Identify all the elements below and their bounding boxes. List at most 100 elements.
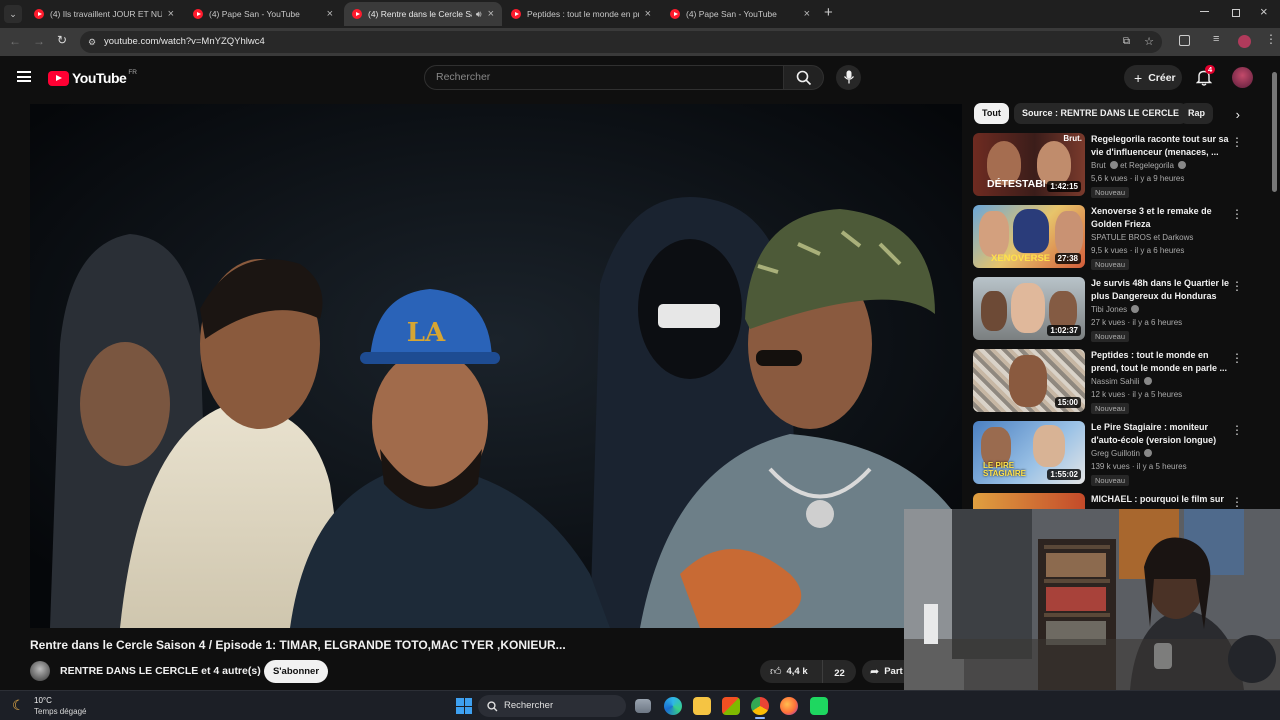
more-actions-icon[interactable]: ⋮ — [1231, 279, 1243, 293]
share-button[interactable]: ➦ Part — [862, 660, 910, 683]
close-window-icon[interactable]: × — [1260, 4, 1268, 19]
profile-avatar-icon[interactable] — [1238, 35, 1251, 48]
chrome-browser-icon[interactable] — [751, 697, 769, 715]
video-player[interactable]: LA — [30, 104, 962, 628]
chip-all[interactable]: Tout — [974, 103, 1009, 124]
edge-browser-icon[interactable] — [664, 697, 682, 715]
site-info-icon[interactable]: ⚙ — [88, 31, 96, 53]
extensions-icon[interactable] — [1179, 35, 1190, 46]
windows-start-icon[interactable] — [456, 698, 472, 714]
url-text: youtube.com/watch?v=MnYZQYhlwc4 — [104, 36, 265, 47]
browser-tab-active[interactable]: (4) Rentre dans le Cercle Sa 🔊︎ × — [344, 2, 502, 26]
close-tab-icon[interactable]: × — [804, 8, 810, 20]
active-app-indicator — [755, 717, 765, 719]
firefox-browser-icon[interactable] — [780, 697, 798, 715]
task-view-icon[interactable] — [635, 699, 651, 713]
svg-text:LA: LA — [407, 318, 446, 348]
close-tab-icon[interactable]: × — [168, 8, 174, 20]
address-bar[interactable]: ⚙ youtube.com/watch?v=MnYZQYhlwc4 ⧉ ☆ — [80, 31, 1162, 53]
recommendation-meta: 139 k vues · il y a 5 heures — [1091, 462, 1187, 471]
new-badge: Nouveau — [1091, 187, 1130, 198]
search-input[interactable]: Rechercher — [424, 65, 784, 90]
create-button[interactable]: + Créer — [1124, 65, 1182, 90]
hamburger-menu-icon[interactable] — [17, 71, 31, 82]
reload-icon[interactable]: ↻ — [57, 33, 67, 47]
youtube-favicon-icon — [511, 9, 521, 19]
more-actions-icon[interactable]: ⋮ — [1231, 207, 1243, 221]
more-actions-icon[interactable]: ⋮ — [1231, 495, 1243, 509]
recommendation-channel[interactable]: Tibi Jones — [1091, 305, 1140, 314]
recommendation-item[interactable]: 1:02:37 Je survis 48h dans le Quartier l… — [973, 277, 1253, 343]
recommendation-meta: 9,5 k vues · il y a 6 heures — [1091, 246, 1185, 255]
youtube-logo-text: YouTube — [72, 70, 127, 86]
scrollbar-thumb[interactable] — [1272, 72, 1277, 192]
recommendation-title[interactable]: Regelegorila raconte tout sur sa vie d'i… — [1091, 133, 1233, 159]
verified-icon — [1143, 377, 1152, 385]
spotify-app-icon[interactable] — [810, 697, 828, 715]
recommendation-item[interactable]: 15:00 Peptides : tout le monde en prend,… — [973, 349, 1253, 415]
search-button[interactable] — [783, 65, 824, 90]
chips-next-chevron-icon[interactable]: › — [1218, 106, 1240, 124]
video-thumbnail[interactable]: LE PIRE STAGIAIRE 1:55:02 — [973, 421, 1085, 484]
recommendation-item[interactable]: MICHAEL : pourquoi le film sur ⋮ — [973, 493, 1253, 509]
youtube-logo[interactable]: YouTube FR — [48, 69, 137, 87]
video-thumbnail[interactable]: Brut. DÉTESTABI 1:42:15 — [973, 133, 1085, 196]
notifications-button[interactable]: 4 — [1195, 65, 1216, 87]
back-icon[interactable]: ← — [9, 34, 21, 48]
media-controls-icon[interactable]: ≡ — [1213, 33, 1219, 45]
share-icon: ➦ — [870, 666, 880, 678]
close-tab-icon[interactable]: × — [327, 8, 333, 20]
minimize-window-icon[interactable] — [1200, 6, 1210, 16]
browser-menu-icon[interactable]: ⋮ — [1265, 32, 1277, 46]
recommendation-title[interactable]: Xenoverse 3 et le remake de Golden Friez… — [1091, 205, 1233, 231]
channel-avatar[interactable] — [30, 661, 50, 681]
page-scrollbar[interactable] — [1272, 62, 1278, 508]
close-tab-icon[interactable]: × — [488, 8, 494, 20]
recommendation-item[interactable]: LE PIRE STAGIAIRE 1:55:02 Le Pire Stagia… — [973, 421, 1253, 487]
channel-name[interactable]: RENTRE DANS LE CERCLE et 4 autre(s) — [60, 665, 261, 677]
close-tab-icon[interactable]: × — [645, 8, 651, 20]
chip-source[interactable]: Source : RENTRE DANS LE CERCLE — [1014, 103, 1188, 124]
new-tab-icon[interactable]: + — [824, 4, 833, 21]
more-actions-icon[interactable]: ⋮ — [1231, 135, 1243, 149]
weather-widget[interactable]: ☾ 10°C Temps dégagé — [10, 695, 120, 717]
voice-search-button[interactable] — [836, 65, 861, 90]
recommendation-channel[interactable]: SPATULE BROS et Darkows — [1091, 233, 1193, 242]
like-button[interactable]: 👍︎ 4,4 k — [760, 660, 822, 683]
search-icon — [796, 70, 812, 86]
browser-tab[interactable]: (4) Pape San - YouTube × — [662, 2, 818, 26]
thumb-corner-text: Brut. — [1063, 134, 1082, 143]
taskbar-search[interactable]: Rechercher — [478, 695, 626, 717]
recommendation-channel[interactable]: Nassim Sahili — [1091, 377, 1152, 386]
subscribe-button[interactable]: S'abonner — [264, 660, 328, 683]
tab-search-menu-button[interactable]: ⌄ — [4, 5, 22, 23]
recommendation-channel[interactable]: Brut et Regelegorila — [1091, 161, 1187, 170]
recommendation-item[interactable]: Brut. DÉTESTABI 1:42:15 Regelegorila rac… — [973, 133, 1253, 199]
bookmark-star-icon[interactable]: ☆ — [1144, 31, 1154, 53]
recommendation-item[interactable]: XENOVERSE 27:38 Xenoverse 3 et le remake… — [973, 205, 1253, 271]
video-thumbnail[interactable] — [973, 493, 1085, 509]
file-explorer-icon[interactable] — [693, 697, 711, 715]
comment-count-button[interactable]: 22 — [822, 660, 856, 683]
video-thumbnail[interactable]: 1:02:37 — [973, 277, 1085, 340]
browser-tab[interactable]: Peptides : tout le monde en pr × — [503, 2, 659, 26]
chip-rap[interactable]: Rap — [1180, 103, 1214, 124]
recommendation-title[interactable]: Je survis 48h dans le Quartier le plus D… — [1091, 277, 1233, 303]
browser-tab[interactable]: (4) Pape San - YouTube × — [185, 2, 341, 26]
more-actions-icon[interactable]: ⋮ — [1231, 423, 1243, 437]
video-thumbnail[interactable]: 15:00 — [973, 349, 1085, 412]
store-icon[interactable] — [722, 697, 740, 715]
maximize-window-icon[interactable] — [1232, 9, 1240, 17]
recommendation-title[interactable]: Peptides : tout le monde en prend, tout … — [1091, 349, 1233, 375]
account-avatar[interactable] — [1232, 67, 1253, 88]
recommendation-title[interactable]: MICHAEL : pourquoi le film sur — [1091, 493, 1233, 506]
forward-icon[interactable]: → — [33, 34, 45, 48]
recommendation-channel[interactable]: Greg Guillotin — [1091, 449, 1153, 458]
install-app-icon[interactable]: ⧉ — [1123, 31, 1130, 53]
recommendation-title[interactable]: Le Pire Stagiaire : moniteur d'auto-écol… — [1091, 421, 1233, 447]
browser-tab[interactable]: (4) Ils travaillent JOUR ET NUIT × — [26, 2, 182, 26]
video-title: Rentre dans le Cercle Saison 4 / Episode… — [30, 638, 566, 652]
speaker-icon[interactable]: 🔊︎ — [476, 9, 482, 20]
more-actions-icon[interactable]: ⋮ — [1231, 351, 1243, 365]
video-thumbnail[interactable]: XENOVERSE 27:38 — [973, 205, 1085, 268]
